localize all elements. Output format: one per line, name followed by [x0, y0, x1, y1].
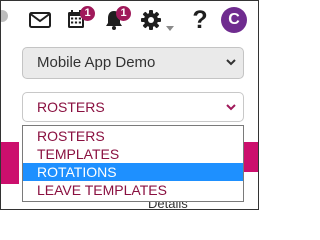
mail-icon[interactable] — [29, 12, 51, 28]
option-rotations[interactable]: ROTATIONS — [23, 163, 243, 181]
chevron-down-icon — [226, 59, 236, 66]
organisation-select-value: Mobile App Demo — [37, 54, 156, 71]
app-window: 1 1 ? C Mobile App Demo ROSTERS Details … — [0, 0, 259, 210]
organisation-select[interactable]: Mobile App Demo — [22, 47, 244, 79]
notifications-badge: 1 — [116, 6, 131, 21]
calendar-badge: 1 — [80, 6, 95, 21]
gear-icon[interactable] — [140, 9, 162, 31]
option-leave-templates[interactable]: LEAVE TEMPLATES — [23, 181, 243, 199]
chevron-down-icon — [226, 104, 236, 111]
view-select[interactable]: ROSTERS — [22, 92, 244, 122]
view-select-dropdown: ROSTERS TEMPLATES ROTATIONS LEAVE TEMPLA… — [22, 125, 244, 202]
partial-status-dot — [1, 10, 8, 22]
option-rosters[interactable]: ROSTERS — [23, 127, 243, 145]
help-icon[interactable]: ? — [189, 6, 211, 34]
background-banner-left — [1, 142, 19, 184]
background-banner-right — [244, 142, 258, 172]
avatar[interactable]: C — [221, 7, 247, 33]
option-templates[interactable]: TEMPLATES — [23, 145, 243, 163]
view-select-value: ROSTERS — [37, 99, 105, 115]
settings-caret-icon[interactable] — [166, 17, 174, 31]
